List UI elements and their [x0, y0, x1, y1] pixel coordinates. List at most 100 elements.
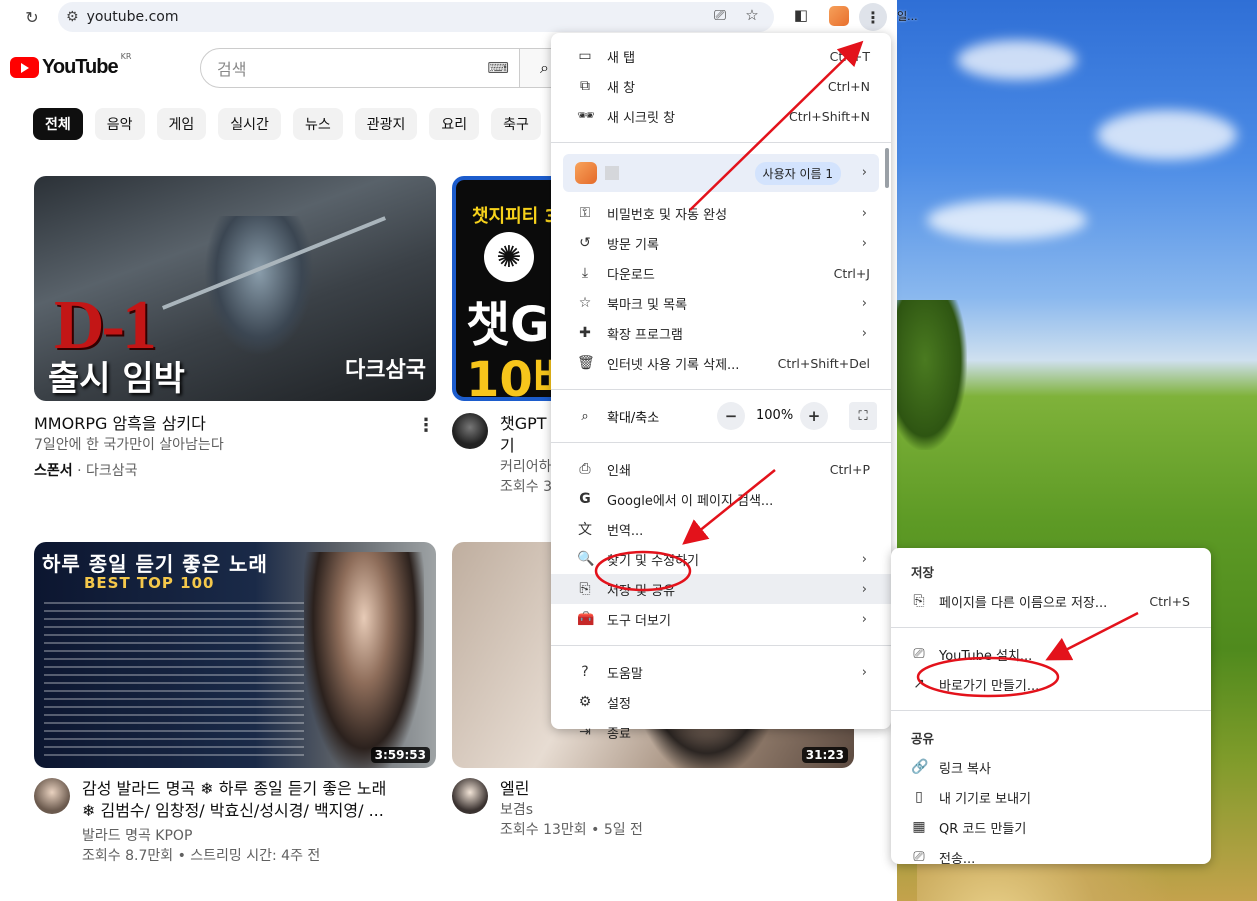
menu-label: Google에서 이 페이지 검색... [607, 493, 774, 509]
menu-create-qr[interactable]: ▦ QR 코드 만들기 [891, 812, 1211, 842]
zoom-in-button[interactable]: + [800, 402, 828, 430]
channel-avatar[interactable] [452, 778, 488, 814]
menu-shortcut: Ctrl+J [833, 265, 870, 281]
zoom-value: 100% [756, 408, 794, 423]
chip-cooking[interactable]: 요리 [429, 108, 480, 140]
trash-icon: 🗑 [577, 355, 595, 371]
profile-badge: 사용자 이름 1 [754, 162, 841, 185]
address-bar[interactable]: ⚙ youtube.com [58, 2, 774, 32]
more-options-icon[interactable]: ⋮ [417, 415, 435, 436]
menu-print[interactable]: ⎙ 인쇄 Ctrl+P [551, 454, 891, 484]
menu-help[interactable]: ? 도움말 › [551, 657, 891, 687]
video-thumbnail[interactable]: D-1 출시 임박 다크삼국 [34, 176, 436, 401]
chip-music[interactable]: 음악 [94, 108, 145, 140]
menu-bookmarks[interactable]: ☆ 북마크 및 목록 › [551, 288, 891, 318]
zoom-out-button[interactable]: − [717, 402, 745, 430]
channel-avatar[interactable] [452, 413, 488, 449]
search-input[interactable]: 검색 ⌨ [200, 48, 520, 88]
profile-row[interactable]: 사용자 이름 1 › [563, 154, 879, 192]
menu-history[interactable]: ↺ 방문 기록 › [551, 228, 891, 258]
chevron-right-icon: › [861, 165, 867, 180]
menu-new-incognito[interactable]: 🕶 새 시크릿 창 Ctrl+Shift+N [551, 101, 891, 131]
chip-tourism[interactable]: 관광지 [354, 108, 418, 140]
video-title[interactable]: MMORPG 암흑을 삼키다 [34, 413, 224, 435]
channel-name[interactable]: 커리어하 [500, 457, 552, 477]
url-text[interactable]: youtube.com [87, 9, 179, 25]
menu-save-page-as[interactable]: ⎘ 페이지를 다른 이름으로 저장... Ctrl+S [891, 586, 1211, 616]
menu-label: 찾기 및 수정하기 [607, 553, 699, 569]
menu-label: 새 창 [607, 80, 636, 96]
chip-all[interactable]: 전체 [33, 108, 83, 140]
video-title-line2[interactable]: ❄ 김범수/ 임창정/ 박효신/성시경/ 백지영/ ... [82, 800, 386, 822]
bookmark-star-icon[interactable]: ☆ [740, 3, 764, 27]
settings-icon: ⚙ [578, 694, 592, 710]
chevron-right-icon: › [861, 205, 867, 221]
chip-news[interactable]: 뉴스 [292, 108, 343, 140]
duration-badge: 3:59:53 [370, 747, 430, 763]
chip-live[interactable]: 실시간 [218, 108, 281, 140]
video-title[interactable]: 감성 발라드 명곡 ❄ 하루 종일 듣기 좋은 노래 [82, 778, 386, 800]
menu-save-share[interactable]: ⎘ 저장 및 공유 › [551, 574, 891, 604]
video-title[interactable]: 엘린 [500, 778, 643, 800]
menu-label: 확장 프로그램 [607, 327, 683, 343]
video-card[interactable]: 하루 종일 듣기 좋은 노래 BEST TOP 100 3:59:53 [34, 542, 436, 768]
menu-settings[interactable]: ⚙ 설정 [551, 687, 891, 717]
menu-new-tab[interactable]: ▭ 새 탭 Ctrl+T [551, 41, 891, 71]
find-edit-icon: 🔍 [577, 551, 595, 567]
menu-translate[interactable]: 文 번역... [551, 514, 891, 544]
menu-shortcut: Ctrl+Shift+Del [777, 355, 870, 371]
menu-scrollbar[interactable] [885, 148, 889, 188]
link-icon: 🔗 [911, 759, 929, 775]
menu-label: 내 기기로 보내기 [939, 791, 1031, 807]
thumbnail-text: 하루 종일 듣기 좋은 노래 [42, 552, 268, 576]
menu-extensions[interactable]: ✚ 확장 프로그램 › [551, 318, 891, 348]
youtube-logo[interactable]: YouTube KR [10, 52, 131, 79]
chip-soccer[interactable]: 축구 [491, 108, 541, 140]
view-count: 조회수 8.7만회 • 스트리밍 시간: 4주 전 [82, 848, 321, 864]
send-device-icon: ▯ [915, 789, 923, 805]
channel-name[interactable]: 보겸s [500, 800, 643, 820]
submenu-header-share: 공유 [911, 730, 935, 746]
keyboard-icon[interactable]: ⌨ [487, 59, 509, 77]
video-thumbnail[interactable]: 하루 종일 듣기 좋은 노래 BEST TOP 100 3:59:53 [34, 542, 436, 768]
menu-downloads[interactable]: ⤓ 다운로드 Ctrl+J [551, 258, 891, 288]
side-panel-icon[interactable]: ◧ [789, 3, 813, 27]
menu-label: 도구 더보기 [607, 613, 671, 629]
profile-avatar[interactable] [829, 6, 849, 26]
print-icon: ⎙ [579, 461, 591, 477]
video-title[interactable]: 챗GPT [500, 413, 552, 435]
menu-exit[interactable]: ⇥ 종료 [551, 717, 891, 747]
menu-kebab-icon[interactable]: ⋮ [859, 3, 887, 31]
menu-google-search[interactable]: G Google에서 이 페이지 검색... [551, 484, 891, 514]
chrome-main-menu: ▭ 새 탭 Ctrl+T ⧉ 새 창 Ctrl+N 🕶 새 시크릿 창 Ctrl+Shift… [551, 33, 891, 742]
menu-install-youtube[interactable]: ⎚ YouTube 설치... [891, 639, 1211, 669]
menu-passwords[interactable]: ⚿ 비밀번호 및 자동 완성 › [551, 198, 891, 228]
chevron-right-icon: › [861, 235, 867, 251]
chevron-right-icon: › [861, 664, 867, 680]
download-icon: ⤓ [581, 265, 589, 281]
menu-find-edit[interactable]: 🔍 찾기 및 수정하기 › [551, 544, 891, 574]
menu-more-tools[interactable]: 🧰 도구 더보기 › [551, 604, 891, 634]
menu-shortcut: Ctrl+S [1149, 593, 1190, 609]
menu-create-shortcut[interactable]: ↗ 바로가기 만들기... [891, 669, 1211, 699]
fullscreen-button[interactable]: ⛶ [849, 402, 877, 430]
install-icon: ⎚ [913, 646, 925, 662]
video-card[interactable]: D-1 출시 임박 다크삼국 [34, 176, 436, 401]
channel-name[interactable]: 발라드 명곡 KPOP [82, 826, 386, 846]
reload-icon[interactable]: ↻ [18, 3, 46, 31]
video-title-line2[interactable]: 기 [500, 435, 552, 457]
menu-send-to-devices[interactable]: ▯ 내 기기로 보내기 [891, 782, 1211, 812]
menu-clear-data[interactable]: 🗑 인터넷 사용 기록 삭제... Ctrl+Shift+Del [551, 348, 891, 378]
site-info-icon[interactable]: ⚙ [66, 9, 79, 25]
desktop-icon-label[interactable]: 일... [897, 8, 921, 24]
channel-avatar[interactable] [34, 778, 70, 814]
menu-cast[interactable]: ⎚ 전송... [891, 842, 1211, 872]
advertiser-name[interactable]: · 다크삼국 [73, 463, 137, 479]
new-window-icon: ⧉ [580, 78, 590, 94]
install-app-icon[interactable]: ⎚ [708, 3, 732, 27]
menu-copy-link[interactable]: 🔗 링크 복사 [891, 752, 1211, 782]
logo-region: KR [120, 52, 132, 61]
chip-gaming[interactable]: 게임 [156, 108, 207, 140]
sponsor-badge: 스폰서 [34, 463, 73, 479]
menu-new-window[interactable]: ⧉ 새 창 Ctrl+N [551, 71, 891, 101]
